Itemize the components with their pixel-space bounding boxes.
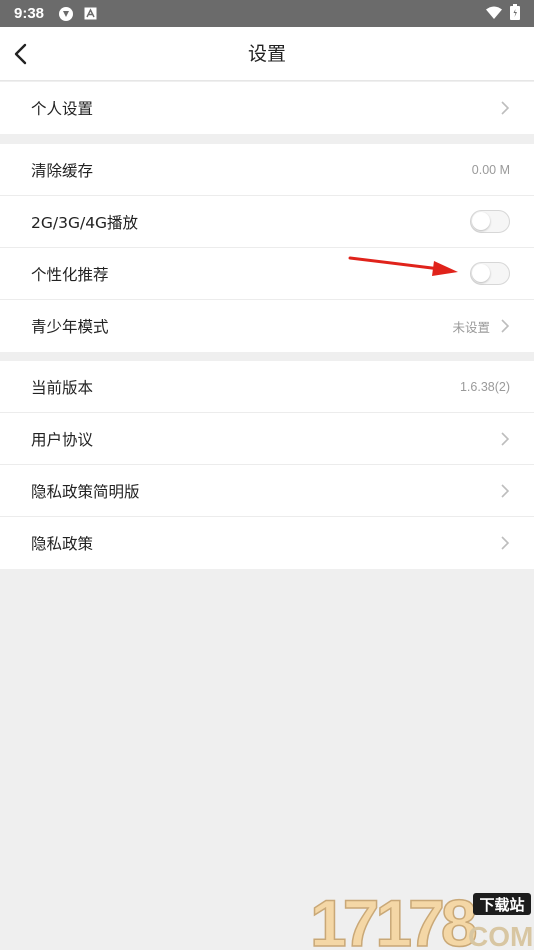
row-privacy-policy-summary[interactable]: 隐私政策简明版 xyxy=(0,465,534,517)
settings-group-about: 当前版本 1.6.38(2) 用户协议 隐私政策简明版 隐私政策 xyxy=(0,361,534,569)
chevron-right-icon xyxy=(501,536,510,550)
row-label: 青少年模式 xyxy=(31,318,109,336)
version-value: 1.6.38(2) xyxy=(459,379,510,394)
row-label: 隐私政策简明版 xyxy=(31,482,140,501)
row-teen-mode[interactable]: 青少年模式 未设置 xyxy=(0,300,534,352)
row-clear-cache[interactable]: 清除缓存 0.00 M xyxy=(0,144,534,196)
toggle-knob xyxy=(472,264,490,282)
status-bar: 9:38 xyxy=(0,0,534,27)
site-watermark-logo: 17178 下载站 COM xyxy=(309,888,532,950)
settings-group-general: 清除缓存 0.00 M 2G/3G/4G播放 个性化推荐 青少年模式 未设置 xyxy=(0,144,534,352)
row-label: 当前版本 xyxy=(31,378,94,397)
row-label: 个人设置 xyxy=(31,100,94,118)
row-current-version: 当前版本 1.6.38(2) xyxy=(0,361,534,413)
annotation-arrow-icon xyxy=(348,256,458,276)
row-user-agreement[interactable]: 用户协议 xyxy=(0,413,534,465)
row-label: 2G/3G/4G播放 xyxy=(31,213,139,232)
personalized-recommendation-toggle[interactable] xyxy=(470,262,510,285)
nav-bar: 设置 xyxy=(0,27,534,81)
wifi-icon xyxy=(486,5,502,23)
cache-size-value: 0.00 M xyxy=(471,162,510,177)
row-label: 隐私政策 xyxy=(31,535,94,553)
status-time: 9:38 xyxy=(14,5,45,22)
sync-icon xyxy=(58,6,74,22)
row-label: 清除缓存 xyxy=(31,161,94,180)
battery-icon xyxy=(510,3,520,24)
row-label: 个性化推荐 xyxy=(31,265,109,284)
row-mobile-data-playback: 2G/3G/4G播放 xyxy=(0,196,534,248)
chevron-right-icon xyxy=(501,431,510,446)
toggle-knob xyxy=(472,212,490,230)
page-title: 设置 xyxy=(247,43,286,65)
row-personal-settings[interactable]: 个人设置 xyxy=(0,82,534,134)
settings-group-profile: 个人设置 xyxy=(0,82,534,134)
chevron-right-icon xyxy=(501,319,510,333)
mobile-playback-toggle[interactable] xyxy=(470,210,510,233)
watermark-suffix: COM xyxy=(468,921,532,950)
row-privacy-policy[interactable]: 隐私政策 xyxy=(0,517,534,569)
teen-mode-value: 未设置 xyxy=(452,320,490,335)
chevron-right-icon xyxy=(501,101,510,115)
row-label: 用户协议 xyxy=(31,430,94,449)
chevron-right-icon xyxy=(501,483,510,498)
watermark-number: 17178 xyxy=(310,888,476,950)
watermark-badge: 下载站 xyxy=(479,896,524,914)
notification-a-icon xyxy=(84,7,97,20)
